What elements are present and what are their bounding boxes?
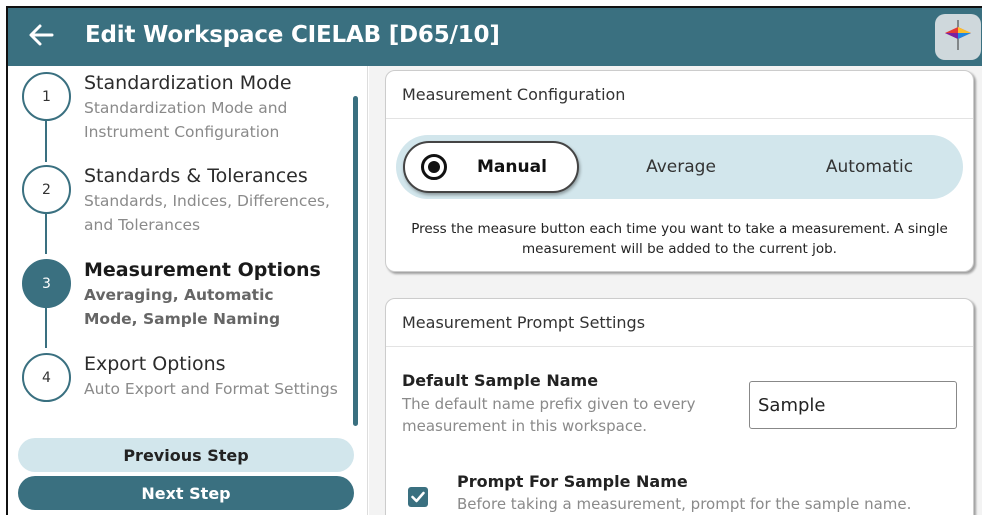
measurement-configuration-card: Measurement Configuration Manual Average…: [385, 70, 974, 272]
app-logo-button[interactable]: [935, 14, 981, 60]
default-sample-name-label: Default Sample Name: [402, 371, 599, 390]
next-step-button[interactable]: Next Step: [18, 476, 354, 510]
measurement-prompt-settings-card: Measurement Prompt Settings Default Samp…: [385, 298, 974, 515]
color-swatch-logo-icon: [941, 18, 975, 56]
top-bar: Edit Workspace CIELAB [D65/10]: [8, 8, 982, 66]
prompt-sample-name-description: Before taking a measurement, prompt for …: [457, 495, 912, 513]
step-3-title[interactable]: Measurement Options: [84, 259, 321, 281]
sidebar-scrollbar[interactable]: [353, 96, 358, 426]
previous-step-button[interactable]: Previous Step: [18, 438, 354, 472]
step-3-subtitle: Averaging, Automatic Mode, Sample Naming: [84, 286, 281, 328]
mode-option-automatic[interactable]: Automatic: [776, 135, 963, 199]
prompt-sample-name-label[interactable]: Prompt For Sample Name: [457, 472, 688, 491]
card-header: Measurement Configuration: [386, 71, 973, 119]
default-sample-name-input[interactable]: [749, 381, 957, 429]
step-connector: [45, 120, 47, 162]
step-1-subtitle: Standardization Mode and Instrument Conf…: [84, 99, 288, 141]
measurement-mode-selector: Manual Average Automatic: [396, 135, 963, 199]
steps-sidebar: 1 Standardization Mode Standardization M…: [8, 66, 368, 515]
mode-option-manual[interactable]: Manual: [403, 141, 579, 193]
default-sample-name-description: The default name prefix given to every m…: [402, 395, 696, 435]
app-window: Edit Workspace CIELAB [D65/10] 1 Standar…: [6, 6, 982, 515]
step-3-circle[interactable]: 3: [22, 259, 71, 308]
step-1-circle[interactable]: 1: [22, 72, 71, 121]
step-connector: [45, 214, 47, 254]
card-header: Measurement Prompt Settings: [386, 299, 973, 347]
step-2-title[interactable]: Standards & Tolerances: [84, 165, 308, 187]
checkmark-icon: [411, 488, 425, 507]
step-4-subtitle: Auto Export and Format Settings: [84, 380, 338, 398]
mode-option-average[interactable]: Average: [586, 135, 776, 199]
step-4-title[interactable]: Export Options: [84, 353, 226, 375]
prompt-sample-name-checkbox[interactable]: [408, 487, 428, 507]
main-content: Measurement Configuration Manual Average…: [369, 66, 982, 515]
step-1-title[interactable]: Standardization Mode: [84, 72, 292, 94]
arrow-left-icon: [28, 23, 54, 51]
step-4-circle[interactable]: 4: [22, 353, 71, 402]
step-2-circle[interactable]: 2: [22, 165, 71, 214]
step-2-subtitle: Standards, Indices, Differences, and Tol…: [84, 192, 330, 234]
radio-selected-icon: [421, 154, 447, 180]
back-button[interactable]: [24, 20, 58, 54]
mode-description: Press the measure button each time you w…: [411, 221, 948, 257]
page-title: Edit Workspace CIELAB [D65/10]: [85, 22, 500, 48]
step-connector: [45, 306, 47, 348]
